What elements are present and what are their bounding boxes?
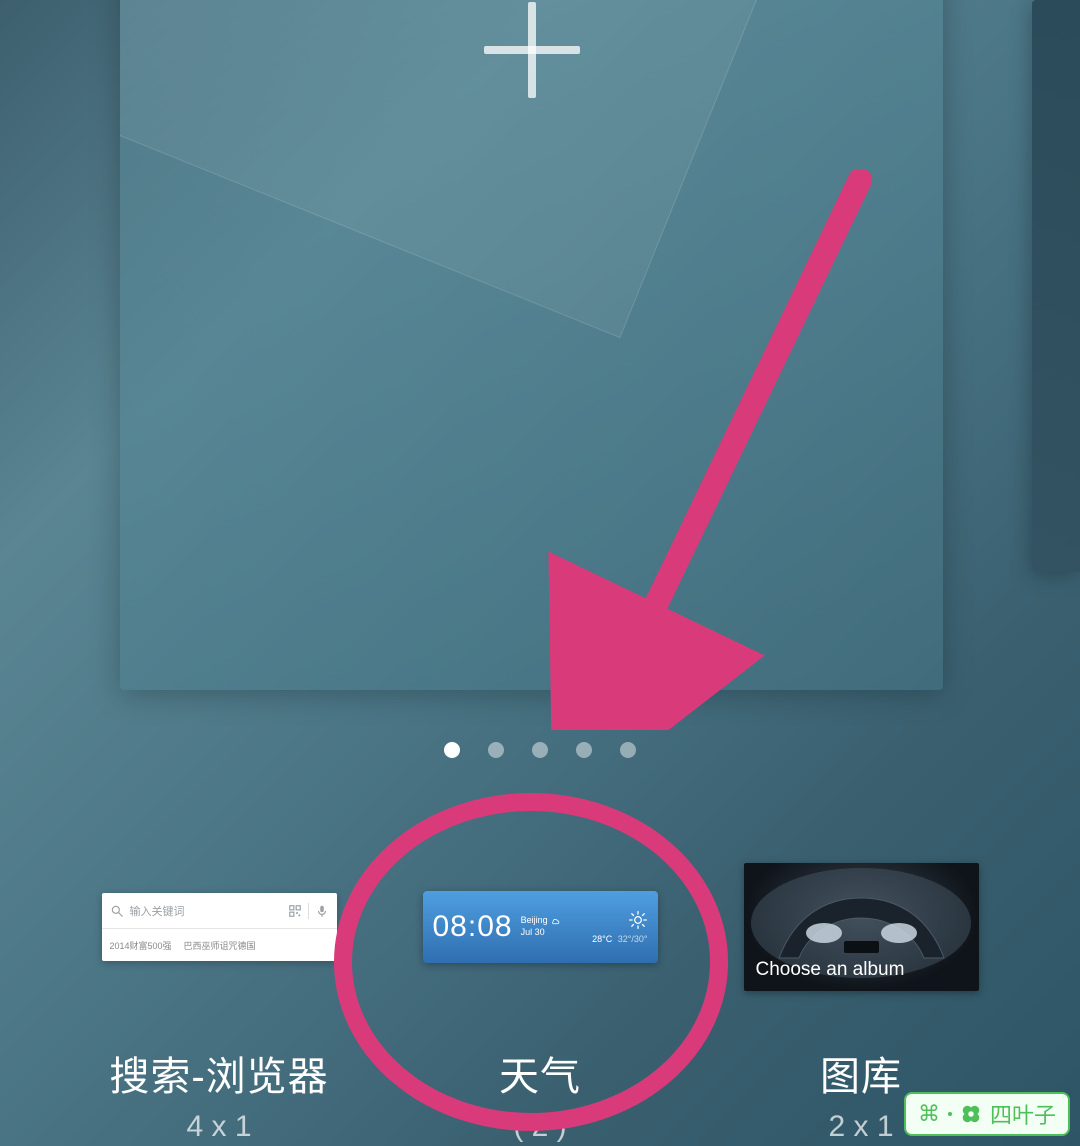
weather-date: Jul 30 xyxy=(521,927,560,939)
widget-gallery-label: 图库 xyxy=(820,1044,902,1102)
search-placeholder: 输入关键词 xyxy=(130,903,282,919)
search-icon xyxy=(110,904,124,918)
widget-gallery-size: 2 x 1 xyxy=(828,1110,893,1144)
widget-weather-count: ( 2 ) xyxy=(513,1110,566,1144)
page-dot-3[interactable] xyxy=(532,742,548,758)
weather-range: 32°/30° xyxy=(618,934,648,944)
clover-icon xyxy=(960,1103,982,1125)
widget-search[interactable]: 输入关键词 2014财富5 xyxy=(102,862,337,1144)
page-dot-2[interactable] xyxy=(488,742,504,758)
weather-time: 08:08 xyxy=(433,910,513,944)
widget-weather[interactable]: 08:08 Beijing Jul 30 xyxy=(423,862,658,1144)
sun-icon xyxy=(628,910,648,930)
search-widget-preview: 输入关键词 2014财富5 xyxy=(102,893,337,961)
gallery-caption: Choose an album xyxy=(756,959,905,981)
home-page-preview[interactable] xyxy=(120,0,943,690)
watermark-text: 四叶子 xyxy=(990,1098,1056,1130)
page-dot-1[interactable] xyxy=(444,742,460,758)
widget-search-label: 搜索-浏览器 xyxy=(109,1044,328,1102)
watermark-badge: ⌘ 四叶子 xyxy=(904,1092,1070,1136)
mic-icon xyxy=(315,904,329,918)
weather-city: Beijing xyxy=(521,915,548,927)
hot-topic-2: 巴西巫师诅咒德国 xyxy=(184,939,256,952)
gallery-widget-preview: Choose an album xyxy=(744,863,979,991)
page-dot-5[interactable] xyxy=(620,742,636,758)
hot-topic-1: 2014财富500强 xyxy=(110,939,172,952)
page-indicator xyxy=(0,742,1080,758)
weather-temp: 28°C xyxy=(592,934,612,944)
weather-widget-preview: 08:08 Beijing Jul 30 xyxy=(423,891,658,963)
add-page-icon[interactable] xyxy=(484,2,580,98)
widget-search-size: 4 x 1 xyxy=(186,1110,251,1144)
cmd-icon: ⌘ xyxy=(918,1101,940,1127)
home-page-preview-next[interactable] xyxy=(1032,0,1080,572)
widget-weather-label: 天气 xyxy=(499,1044,581,1102)
qr-icon xyxy=(288,904,302,918)
page-dot-4[interactable] xyxy=(576,742,592,758)
cloud-icon xyxy=(551,917,560,926)
